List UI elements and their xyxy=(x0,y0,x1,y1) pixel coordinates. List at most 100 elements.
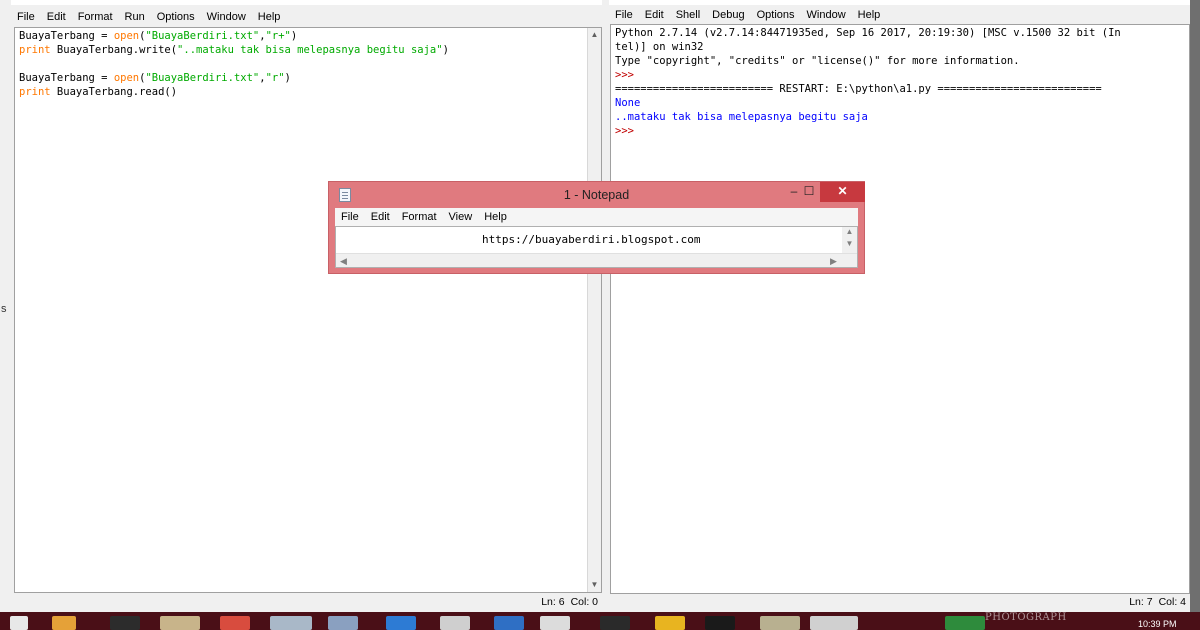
notepad-menu-view[interactable]: View xyxy=(443,211,479,223)
editor-menu-edit[interactable]: Edit xyxy=(41,11,72,23)
notepad-menu-help[interactable]: Help xyxy=(478,211,513,223)
shell-token: >>> xyxy=(615,125,641,137)
editor-menu-options[interactable]: Options xyxy=(151,11,201,23)
editor-token: ) xyxy=(442,44,449,56)
notepad-menu-file[interactable]: File xyxy=(335,211,365,223)
editor-menu-file[interactable]: File xyxy=(11,11,41,23)
editor-menubar: File Edit Format Run Options Window Help xyxy=(11,7,602,27)
start-icon[interactable] xyxy=(10,616,28,630)
taskbar-app-icon[interactable] xyxy=(494,616,524,630)
shell-menu-file[interactable]: File xyxy=(609,9,639,21)
scroll-left-icon[interactable]: ◀ xyxy=(340,254,347,268)
desktop-left-char: s xyxy=(1,303,7,315)
window-gap xyxy=(602,0,609,612)
editor-window: File Edit Format Run Options Window Help Buaya… xyxy=(11,5,602,612)
taskbar-app-icon[interactable] xyxy=(328,616,358,630)
taskbar-app-icon[interactable] xyxy=(810,616,858,630)
tray-icon[interactable] xyxy=(945,616,985,630)
shell-menu-shell[interactable]: Shell xyxy=(670,9,706,21)
notepad-menu-format[interactable]: Format xyxy=(396,211,443,223)
editor-menu-help[interactable]: Help xyxy=(252,11,287,23)
shell-menu-options[interactable]: Options xyxy=(751,9,801,21)
taskbar-app-icon[interactable] xyxy=(110,616,140,630)
shell-menu-window[interactable]: Window xyxy=(801,9,852,21)
shell-line: >>> xyxy=(615,124,1185,138)
taskbar-app-icon[interactable] xyxy=(655,616,685,630)
editor-line: BuayaTerbang = open("BuayaBerdiri.txt","… xyxy=(19,71,597,85)
shell-line: ========================= RESTART: E:\py… xyxy=(615,82,1185,96)
editor-menu-run[interactable]: Run xyxy=(119,11,151,23)
desktop-left-edge: s xyxy=(0,0,11,612)
shell-token: Python 2.7.14 (v2.7.14:84471935ed, Sep 1… xyxy=(615,27,1121,39)
editor-token: BuayaTerbang = xyxy=(19,30,114,42)
taskbar-app-icon[interactable] xyxy=(386,616,416,630)
editor-status-line: Ln: 6 xyxy=(541,596,565,608)
shell-menu-debug[interactable]: Debug xyxy=(706,9,750,21)
editor-token: ) xyxy=(290,30,298,42)
scroll-down-icon[interactable]: ▼ xyxy=(842,239,857,248)
editor-token: open xyxy=(113,30,140,42)
editor-status-bar: Ln: 6 Col: 0 xyxy=(11,594,602,610)
notepad-menubar: File Edit Format View Help xyxy=(335,208,858,226)
desktop-right-edge xyxy=(1190,0,1200,612)
taskbar-app-icon[interactable] xyxy=(270,616,312,630)
notepad-titlebar[interactable]: 1 - Notepad – ☐ ✕ xyxy=(329,182,865,208)
editor-token: "..mataku tak bisa melepasnya begitu saj… xyxy=(177,44,443,56)
notepad-text-area[interactable]: https://buayaberdiri.blogspot.com ▲ ▼ ◀ … xyxy=(335,226,858,268)
shell-menu-edit[interactable]: Edit xyxy=(639,9,670,21)
editor-token: BuayaTerbang = xyxy=(19,72,114,84)
notepad-menu-edit[interactable]: Edit xyxy=(365,211,396,223)
shell-line: tel)] on win32 xyxy=(615,40,1185,54)
scroll-down-icon[interactable]: ▼ xyxy=(588,578,601,592)
editor-token: "r" xyxy=(265,72,285,84)
taskbar-app-icon[interactable] xyxy=(600,616,630,630)
scroll-right-icon[interactable]: ▶ xyxy=(830,254,837,268)
editor-token: "r+" xyxy=(265,30,291,42)
shell-token: >>> xyxy=(615,69,641,81)
editor-code: BuayaTerbang = open("BuayaBerdiri.txt","… xyxy=(15,28,601,100)
editor-status-col: Col: 0 xyxy=(570,596,598,608)
editor-menu-format[interactable]: Format xyxy=(72,11,119,23)
taskbar-app-icon[interactable] xyxy=(160,616,200,630)
editor-token: BuayaTerbang.read() xyxy=(50,86,178,98)
editor-line: BuayaTerbang = open("BuayaBerdiri.txt","… xyxy=(19,29,597,43)
shell-token: ..mataku tak bisa melepasnya begitu saja xyxy=(615,111,868,123)
editor-text-area[interactable]: BuayaTerbang = open("BuayaBerdiri.txt","… xyxy=(14,27,602,593)
notepad-content: https://buayaberdiri.blogspot.com xyxy=(482,233,701,246)
taskbar-app-icon[interactable] xyxy=(440,616,470,630)
shell-output: Python 2.7.14 (v2.7.14:84471935ed, Sep 1… xyxy=(611,25,1189,139)
maximize-icon[interactable]: ☐ xyxy=(797,182,821,202)
taskbar-app-icon[interactable] xyxy=(760,616,800,630)
shell-menu-help[interactable]: Help xyxy=(852,9,887,21)
editor-token: BuayaTerbang.write( xyxy=(50,44,178,56)
editor-token: print xyxy=(19,86,51,98)
notepad-vertical-scrollbar[interactable]: ▲ ▼ xyxy=(842,227,857,253)
close-icon[interactable]: ✕ xyxy=(820,182,865,202)
notepad-horizontal-scrollbar[interactable]: ◀ ▶ xyxy=(336,253,857,267)
editor-menu-window[interactable]: Window xyxy=(201,11,252,23)
notepad-window: 1 - Notepad – ☐ ✕ File Edit Format View Help… xyxy=(328,181,865,274)
taskbar-app-icon[interactable] xyxy=(220,616,250,630)
editor-token: "BuayaBerdiri.txt" xyxy=(145,72,260,84)
editor-line: print BuayaTerbang.read() xyxy=(19,85,597,99)
taskbar-clock[interactable]: 10:39 PM xyxy=(1138,619,1177,629)
shell-status-col: Col: 4 xyxy=(1158,596,1186,608)
taskbar-app-icon[interactable] xyxy=(540,616,570,630)
editor-line: print BuayaTerbang.write("..mataku tak b… xyxy=(19,43,597,57)
taskbar-app-icon[interactable] xyxy=(705,616,735,630)
shell-line: Python 2.7.14 (v2.7.14:84471935ed, Sep 1… xyxy=(615,26,1185,40)
editor-token: open xyxy=(113,72,140,84)
shell-token: ========================= RESTART: E:\py… xyxy=(615,83,1102,95)
taskbar-app-icon[interactable] xyxy=(52,616,76,630)
editor-vertical-scrollbar[interactable]: ▲ ▼ xyxy=(587,28,601,592)
shell-line: >>> xyxy=(615,68,1185,82)
shell-window: File Edit Shell Debug Options Window Help Pyth… xyxy=(609,5,1190,612)
scroll-up-icon[interactable]: ▲ xyxy=(588,28,601,42)
shell-token: tel)] on win32 xyxy=(615,41,704,53)
shell-token: Type "copyright", "credits" or "license(… xyxy=(615,55,1020,67)
shell-status-bar: Ln: 7 Col: 4 xyxy=(609,594,1190,610)
shell-text-area[interactable]: Python 2.7.14 (v2.7.14:84471935ed, Sep 1… xyxy=(610,24,1190,594)
shell-status-line: Ln: 7 xyxy=(1129,596,1153,608)
scroll-up-icon[interactable]: ▲ xyxy=(842,227,857,236)
